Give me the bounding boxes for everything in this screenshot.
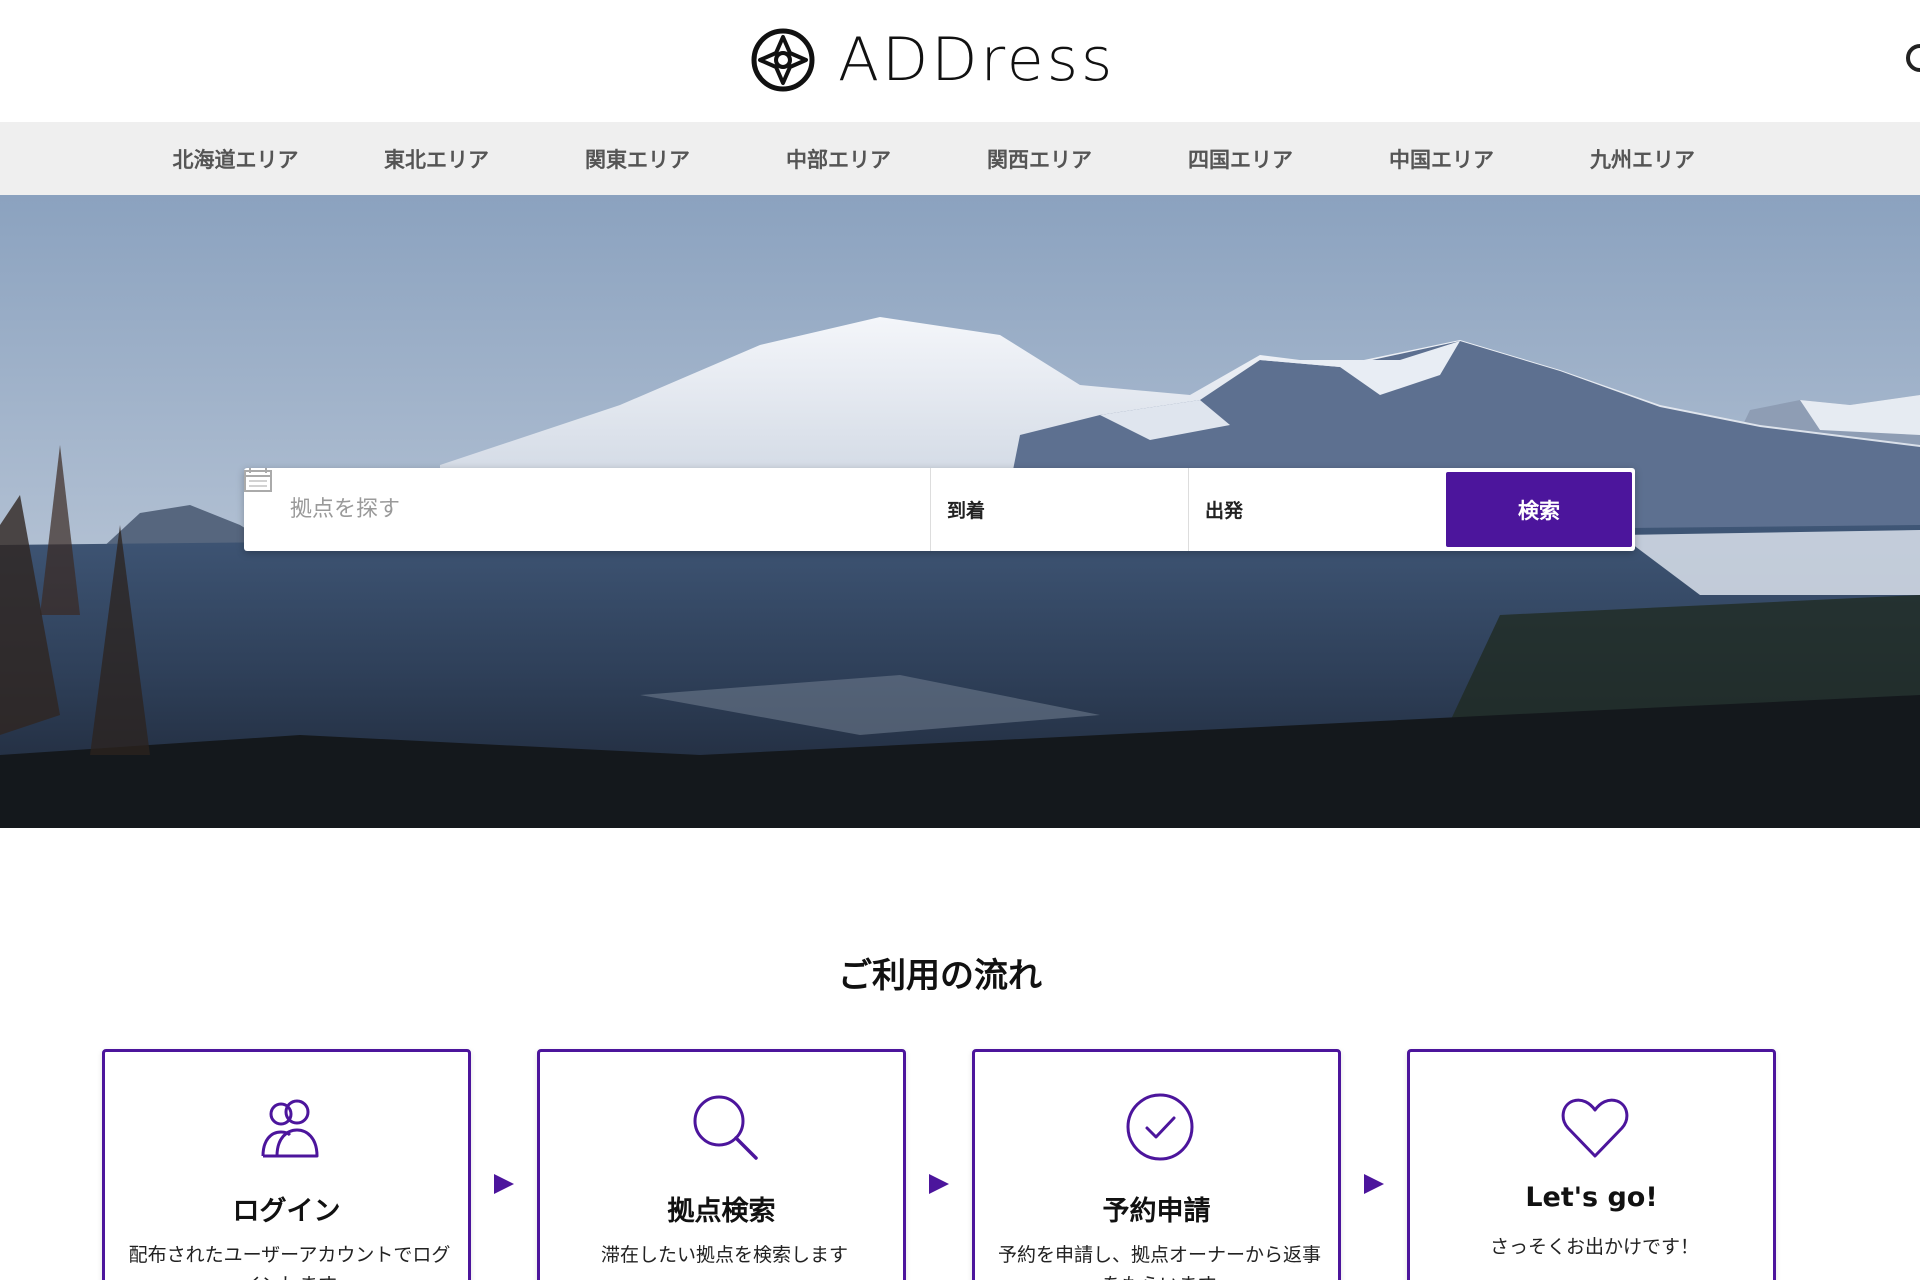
area-nav-item-chubu[interactable]: 中部エリア (738, 122, 939, 195)
flow-section-title: ご利用の流れ (838, 956, 1042, 996)
flow-step-desc: 配布されたユーザーアカウントでログインします (128, 1244, 451, 1280)
flow-step-desc: 滞在したい拠点を検索します (600, 1244, 848, 1266)
area-nav-item-chugoku[interactable]: 中国エリア (1341, 122, 1542, 195)
logo-text: ADDress (838, 25, 1116, 95)
flow-arrow-icon (1364, 1174, 1384, 1194)
area-nav-item-shikoku[interactable]: 四国エリア (1140, 122, 1341, 195)
location-search-input[interactable] (244, 468, 930, 551)
flow-step-desc: さっそくお出かけです！ (1489, 1236, 1699, 1258)
check-circle-icon (1126, 1093, 1194, 1161)
area-nav: 北海道エリア 東北エリア 関東エリア 中部エリア 関西エリア 四国エリア 中国エ… (0, 122, 1920, 195)
flow-step-search: 拠点検索 滞在したい拠点を検索します (537, 1049, 906, 1280)
area-nav-item-tohoku[interactable]: 東北エリア (336, 122, 537, 195)
flow-arrow-icon (494, 1174, 514, 1194)
flow-step-desc: 予約を申請し、拠点オーナーから返事をもらいます (997, 1244, 1321, 1280)
search-icon (693, 1095, 758, 1160)
departure-date-field[interactable]: 出発 (244, 468, 1446, 551)
heart-icon (1561, 1098, 1629, 1158)
flow-step-title: 拠点検索 (667, 1196, 776, 1227)
area-nav-item-hokkaido[interactable]: 北海道エリア (135, 122, 336, 195)
hero-image: 到着 出発 検索 (0, 195, 1920, 828)
arrival-date-field[interactable]: 到着 (244, 468, 1188, 551)
flow-step-go: Let's go! さっそくお出かけです！ (1407, 1049, 1776, 1280)
header-search-icon[interactable] (1906, 44, 1920, 72)
flow-arrow-icon (929, 1174, 949, 1194)
search-bar: 到着 出発 検索 (244, 468, 1635, 551)
flow-step-title: ログイン (232, 1196, 341, 1227)
site-logo[interactable]: ADDress (750, 24, 1115, 96)
area-nav-item-kyushu[interactable]: 九州エリア (1542, 122, 1743, 195)
flow-step-login: ログイン 配布されたユーザーアカウントでログインします (102, 1049, 471, 1280)
area-nav-item-kansai[interactable]: 関西エリア (939, 122, 1140, 195)
flow-step-reserve: 予約申請 予約を申請し、拠点オーナーから返事をもらいます (972, 1049, 1341, 1280)
area-nav-item-kanto[interactable]: 関東エリア (537, 122, 738, 195)
flow-step-title: Let's go! (1525, 1182, 1658, 1213)
flow-step-title: 予約申請 (1102, 1196, 1211, 1227)
users-icon (261, 1099, 319, 1158)
site-header: ADDress (0, 0, 1920, 122)
search-button[interactable]: 検索 (1446, 472, 1632, 547)
logo-mark-icon (751, 28, 815, 92)
departure-label: 出発 (1205, 500, 1244, 522)
calendar-icon (244, 468, 272, 492)
arrival-label: 到着 (947, 500, 986, 522)
